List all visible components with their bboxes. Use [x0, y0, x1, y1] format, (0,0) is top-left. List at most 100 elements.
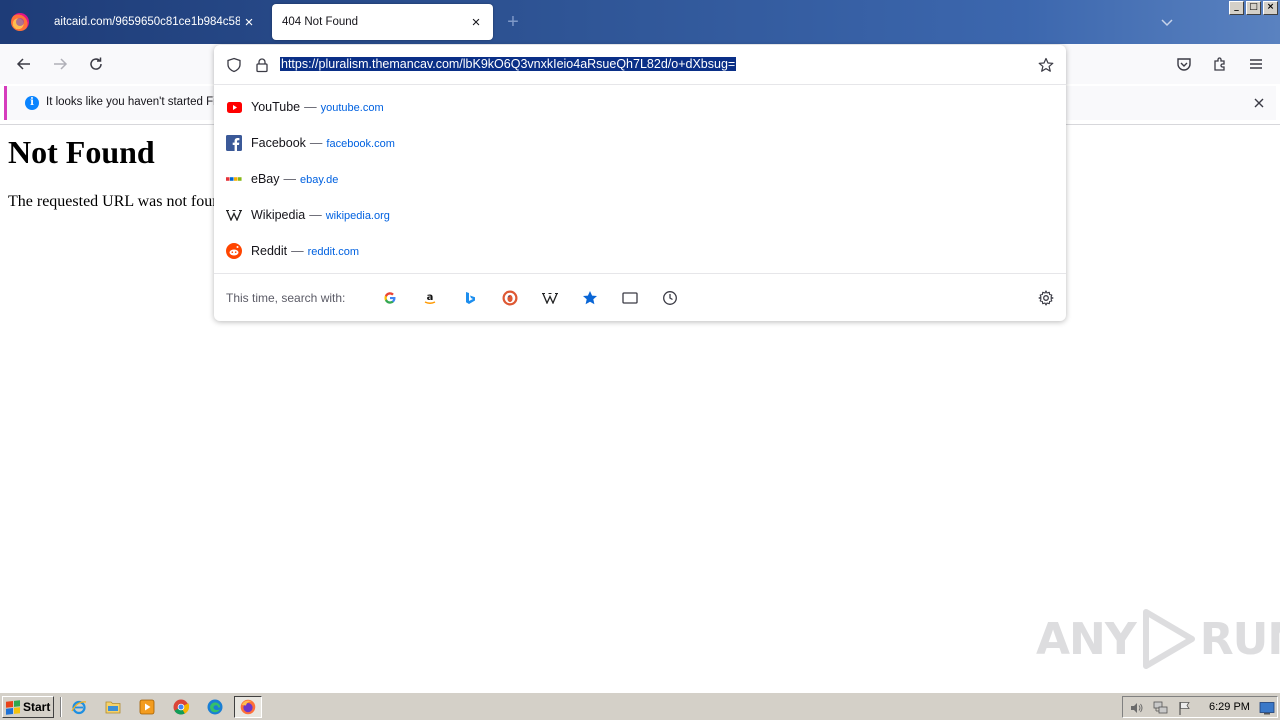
- tab-title: aitcaid.com/9659650c81ce1b984c58.js: [54, 16, 240, 28]
- bookmark-star-button[interactable]: [1036, 55, 1056, 75]
- ebay-icon: [226, 171, 242, 187]
- start-label: Start: [23, 700, 51, 714]
- url-input[interactable]: https://pluralism.themancav.com/lbK9kO6Q…: [280, 56, 737, 73]
- search-with-label: This time, search with:: [226, 291, 346, 305]
- firefox-view-button[interactable]: [0, 0, 40, 44]
- system-tray: 6:29 PM: [1122, 696, 1278, 718]
- clock: 6:29 PM: [1209, 701, 1250, 713]
- reddit-icon: [226, 243, 242, 259]
- chevron-down-icon: [1161, 19, 1173, 27]
- bing-icon[interactable]: [460, 288, 480, 308]
- watermark-right-text: RUN: [1199, 613, 1280, 665]
- bookmarks-icon[interactable]: [580, 288, 600, 308]
- site-identity-button[interactable]: [252, 55, 272, 75]
- wikipedia-icon: [226, 207, 242, 223]
- suggestion-wikipedia[interactable]: Wikipedia — wikipedia.org: [214, 197, 1066, 233]
- list-all-tabs-button[interactable]: [1156, 12, 1178, 32]
- facebook-icon: [226, 135, 242, 151]
- lock-icon: [256, 58, 268, 73]
- start-button[interactable]: Start: [2, 696, 54, 718]
- tab-script[interactable]: aitcaid.com/9659650c81ce1b984c58.js ×: [44, 4, 266, 40]
- suggestion-title: Facebook: [251, 136, 306, 150]
- suggestion-title: Wikipedia: [251, 208, 306, 222]
- info-icon: i: [25, 96, 39, 110]
- anyrun-watermark: ANY RUN: [1036, 608, 1280, 670]
- suggestion-youtube[interactable]: YouTube — youtube.com: [214, 89, 1066, 125]
- shield-icon: [227, 57, 241, 73]
- tab-404[interactable]: 404 Not Found ×: [272, 4, 493, 40]
- suggestion-url: reddit.com: [307, 246, 359, 258]
- google-icon[interactable]: [380, 288, 400, 308]
- firefox-taskbar-icon[interactable]: [234, 696, 262, 718]
- suggestion-url: ebay.de: [300, 174, 339, 186]
- tabs-icon[interactable]: [620, 288, 640, 308]
- suggestion-facebook[interactable]: Facebook — facebook.com: [214, 125, 1066, 161]
- taskbar: Start 6:29 PM: [0, 692, 1280, 720]
- windows-flag-icon: [6, 699, 20, 715]
- show-desktop-icon[interactable]: [1259, 700, 1275, 716]
- action-center-flag-icon[interactable]: [1177, 700, 1193, 716]
- suggestion-title: YouTube: [251, 100, 301, 114]
- close-icon: [1254, 98, 1264, 108]
- close-window-button[interactable]: ×: [1263, 1, 1278, 15]
- star-icon: [1038, 57, 1054, 72]
- reload-icon: [90, 57, 102, 70]
- duckduckgo-icon[interactable]: [500, 288, 520, 308]
- app-menu-button[interactable]: [1244, 52, 1268, 76]
- file-explorer-icon[interactable]: [104, 698, 122, 716]
- suggestion-url: youtube.com: [320, 102, 384, 114]
- firefox-icon: [11, 13, 29, 31]
- suggestion-separator: —: [309, 208, 322, 222]
- svg-text:a: a: [427, 292, 434, 303]
- media-player-icon[interactable]: [138, 698, 156, 716]
- watermark-left-text: ANY: [1036, 613, 1137, 665]
- wikipedia-search-icon[interactable]: [540, 288, 560, 308]
- close-tab-icon[interactable]: ×: [240, 13, 258, 31]
- tab-title: 404 Not Found: [282, 16, 359, 28]
- suggestion-url: wikipedia.org: [325, 210, 390, 222]
- suggestion-ebay[interactable]: eBay — ebay.de: [214, 161, 1066, 197]
- url-text-selected: https://pluralism.themancav.com/lbK9kO6Q…: [280, 57, 737, 71]
- edge-icon[interactable]: [206, 698, 224, 716]
- urlbar-dropdown: https://pluralism.themancav.com/lbK9kO6Q…: [214, 45, 1066, 321]
- search-settings-button[interactable]: [1036, 288, 1056, 308]
- amazon-icon[interactable]: a: [420, 288, 440, 308]
- suggestion-url: facebook.com: [326, 138, 395, 150]
- network-icon[interactable]: [1153, 700, 1169, 716]
- suggestion-separator: —: [304, 100, 317, 114]
- history-icon[interactable]: [660, 288, 680, 308]
- reload-button[interactable]: [84, 52, 108, 76]
- notification-close-button[interactable]: [1251, 95, 1267, 111]
- tab-strip: aitcaid.com/9659650c81ce1b984c58.js × 40…: [0, 0, 1280, 44]
- window-controls: _ □ ×: [1229, 1, 1278, 15]
- volume-icon[interactable]: [1129, 700, 1145, 716]
- close-tab-icon[interactable]: ×: [467, 13, 485, 31]
- new-tab-button[interactable]: +: [502, 12, 524, 34]
- play-logo-icon: [1142, 609, 1195, 669]
- back-button[interactable]: [12, 52, 36, 76]
- pocket-icon: [1177, 58, 1191, 71]
- suggestion-title: eBay: [251, 172, 280, 186]
- minimize-button[interactable]: _: [1229, 1, 1244, 15]
- forward-arrow-icon: [54, 58, 68, 70]
- suggestion-reddit[interactable]: Reddit — reddit.com: [214, 233, 1066, 269]
- back-arrow-icon: [16, 58, 30, 70]
- gear-icon: [1038, 290, 1054, 306]
- restore-button[interactable]: □: [1246, 1, 1261, 15]
- suggestion-separator: —: [283, 172, 297, 186]
- internet-explorer-icon[interactable]: [70, 698, 88, 716]
- pocket-button[interactable]: [1172, 52, 1196, 76]
- taskbar-divider: [60, 697, 62, 717]
- puzzle-icon: [1214, 57, 1225, 71]
- search-one-offs: This time, search with: a: [214, 273, 1066, 321]
- suggestion-title: Reddit: [251, 244, 288, 258]
- urlbar-input-row: https://pluralism.themancav.com/lbK9kO6Q…: [214, 45, 1066, 85]
- hamburger-menu-icon: [1250, 59, 1262, 69]
- extensions-button[interactable]: [1208, 52, 1232, 76]
- chrome-icon[interactable]: [172, 698, 190, 716]
- suggestion-separator: —: [291, 244, 304, 258]
- page-body-text: The requested URL was not found: [8, 193, 229, 210]
- tracking-protection-button[interactable]: [224, 55, 244, 75]
- youtube-icon: [226, 99, 242, 115]
- forward-button[interactable]: [48, 52, 72, 76]
